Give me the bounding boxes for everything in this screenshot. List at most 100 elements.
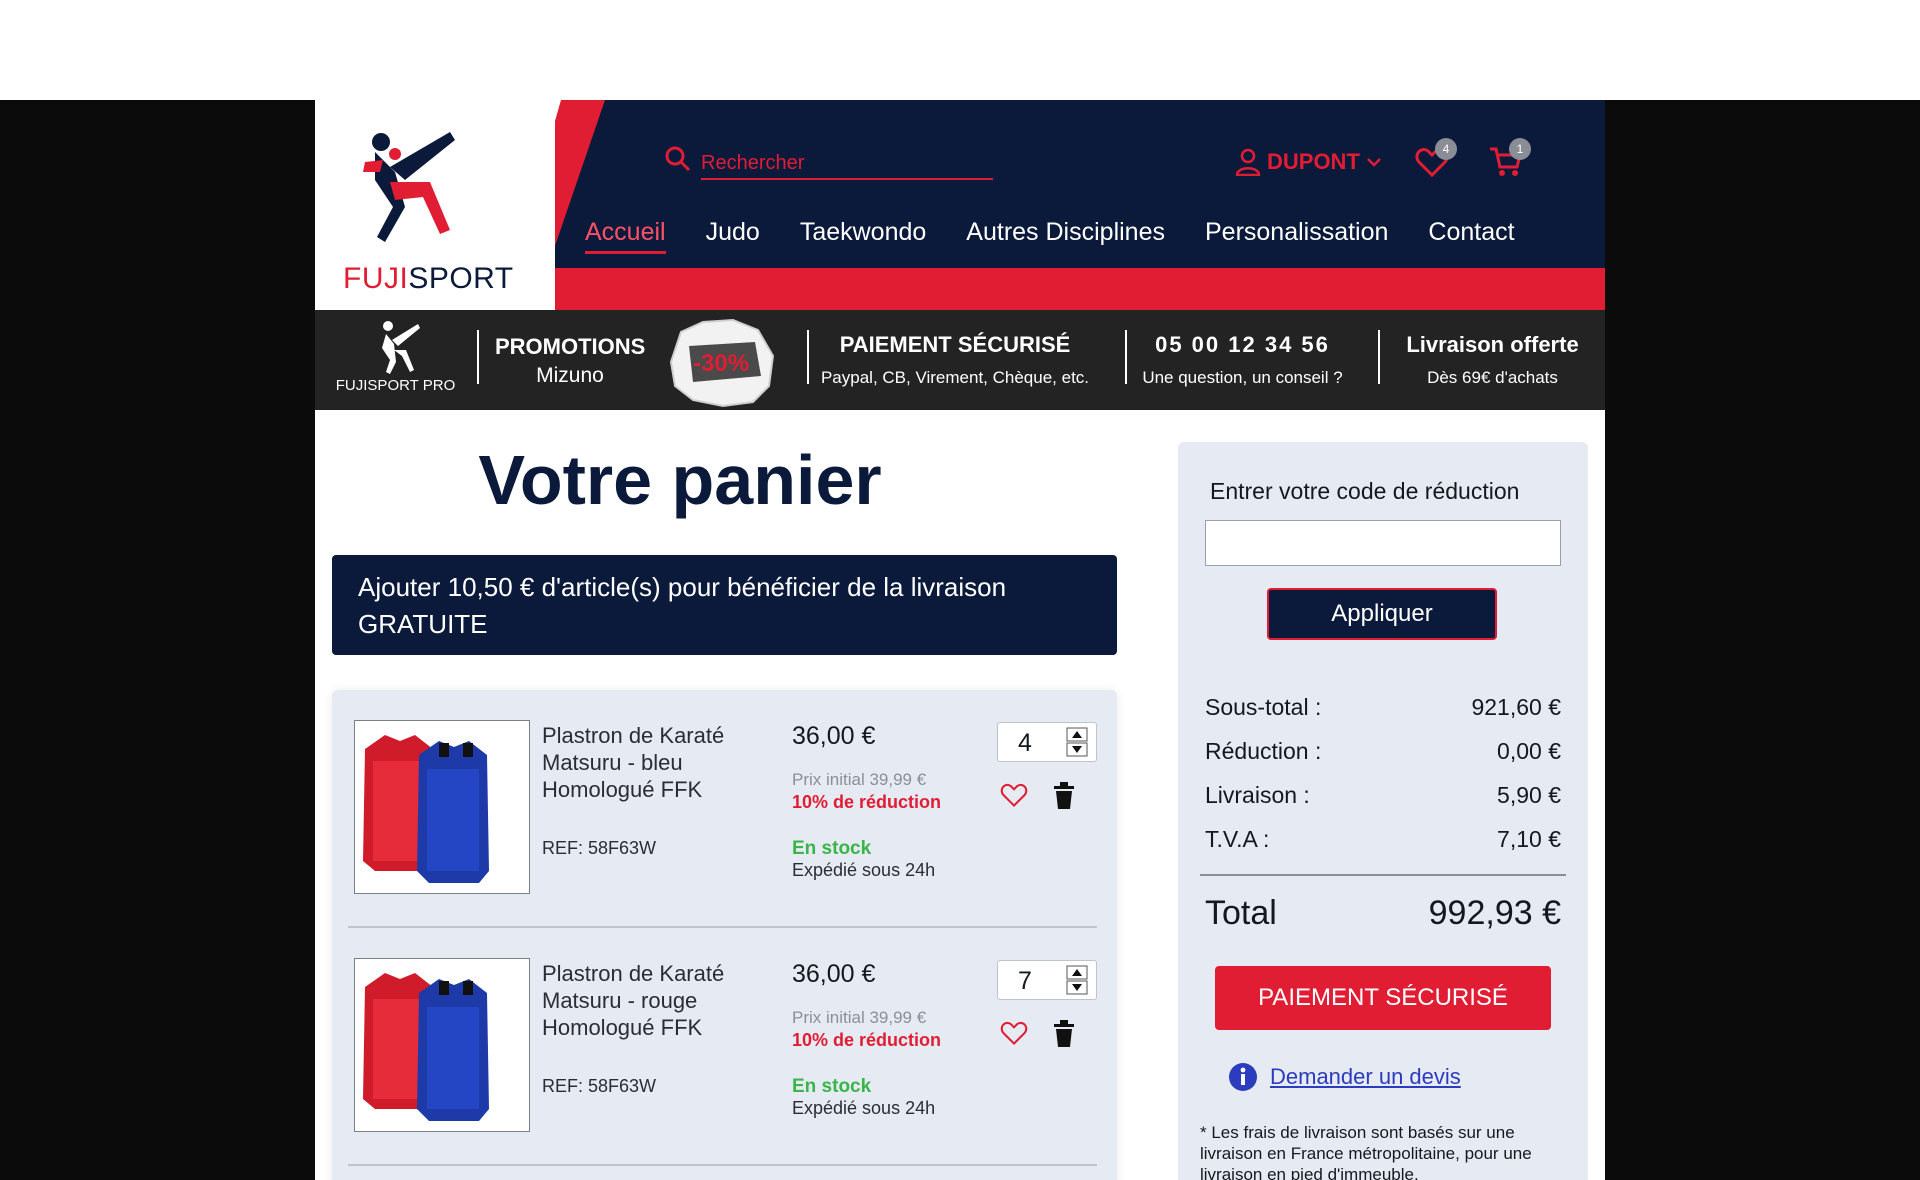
delivery-sub: Dès 69€ d'achats [1427, 368, 1558, 387]
product-ref: REF: 58F63W [542, 1076, 657, 1096]
nav-item-autres-disciplines[interactable]: Autres Disciplines [946, 218, 1185, 254]
info-icon [1229, 1063, 1257, 1091]
pro-fighter-icon [381, 321, 420, 374]
quote-request: Demander un devis [1228, 1062, 1461, 1092]
product-thumbnail[interactable] [354, 720, 530, 894]
fighter-logo-icon [363, 132, 455, 242]
secure-payment-button[interactable]: PAIEMENT SÉCURISÉ [1215, 966, 1551, 1030]
payment-title: PAIEMENT SÉCURISÉ [839, 332, 1071, 357]
product-initial-price: Prix initial 39,99 € [792, 1008, 927, 1027]
promo-code-label: Entrer votre code de réduction [1210, 478, 1520, 504]
product-discount: 10% de réduction [792, 1030, 942, 1050]
shop-page: FUJISPORT DUPONT 4 [315, 100, 1605, 1180]
pro-label: FUJISPORT PRO [335, 377, 456, 394]
quantity-value: 7 [1018, 967, 1032, 995]
pro-link[interactable]: FUJISPORT PRO [333, 310, 458, 410]
account-name: DUPONT [1267, 149, 1360, 174]
stepper-arrows-icon[interactable] [1066, 965, 1088, 995]
promotions-link[interactable]: PROMOTIONS Mizuno [495, 310, 645, 410]
product-name[interactable]: Plastron de Karaté Matsuru - rouge Homol… [542, 960, 762, 1041]
total-row: Total 992,93 € [1205, 894, 1561, 933]
info-separator [1125, 330, 1127, 384]
logo[interactable]: FUJISPORT [315, 100, 555, 310]
product-discount: 10% de réduction [792, 792, 942, 812]
chest-protector-image [363, 735, 489, 883]
free-shipping-banner: Ajouter 10,50 € d'article(s) pour bénéfi… [332, 555, 1117, 655]
total-label: Total [1205, 894, 1277, 932]
brand-name-part2: SPORT [408, 262, 514, 295]
tva-value: 7,10 € [1497, 826, 1561, 852]
delivery-value: 5,90 € [1497, 782, 1561, 808]
reduction-value: 0,00 € [1497, 738, 1561, 764]
chest-protector-image [363, 973, 489, 1121]
info-separator [477, 330, 479, 384]
page-title: Votre panier [478, 441, 882, 519]
delete-icon[interactable] [1052, 1020, 1076, 1048]
product-thumbnail[interactable] [354, 958, 530, 1132]
promo-badge: -30% [693, 350, 750, 377]
user-icon [1235, 148, 1261, 176]
product-ref: REF: 58F63W [542, 838, 657, 858]
search-bar [665, 142, 993, 182]
shipping-delay: Expédié sous 24h [792, 860, 936, 880]
summary-divider [1200, 874, 1566, 876]
add-to-wishlist-icon[interactable] [1000, 1020, 1028, 1046]
brand-name: FUJISPORT [343, 262, 514, 296]
product-name[interactable]: Plastron de Karaté Matsuru - bleu Homolo… [542, 722, 762, 803]
reduction-row: Réduction : 0,00 € [1205, 738, 1561, 765]
phone-number: 05 00 12 34 56 [1155, 332, 1330, 357]
promo-code-input[interactable] [1205, 520, 1561, 566]
reduction-label: Réduction : [1205, 738, 1322, 764]
nav-item-taekwondo[interactable]: Taekwondo [780, 218, 946, 254]
nav-item-judo[interactable]: Judo [686, 218, 780, 254]
promo-title: PROMOTIONS [495, 334, 646, 359]
info-bar: FUJISPORT PRO PROMOTIONS Mizuno -30% PAI… [315, 310, 1605, 410]
account-menu[interactable]: DUPONT [1235, 148, 1382, 176]
info-separator [1378, 330, 1380, 384]
row-divider [348, 1164, 1097, 1166]
product-price: 36,00 € [792, 722, 876, 750]
tva-row: T.V.A : 7,10 € [1205, 826, 1561, 853]
phone-sub: Une question, un conseil ? [1142, 368, 1343, 387]
main-nav: Accueil Judo Taekwondo Autres Discipline… [565, 218, 1535, 254]
subtotal-row: Sous-total : 921,60 € [1205, 694, 1561, 721]
search-input[interactable] [701, 142, 993, 180]
cart-button[interactable]: 1 [1489, 138, 1531, 186]
add-to-wishlist-icon[interactable] [1000, 782, 1028, 808]
product-price: 36,00 € [792, 960, 876, 988]
promo-sub: Mizuno [536, 364, 604, 387]
cart-items: Plastron de Karaté Matsuru - bleu Homolo… [332, 690, 1117, 1180]
wishlist-button[interactable]: 4 [1415, 138, 1457, 186]
payment-sub: Paypal, CB, Virement, Chèque, etc. [820, 368, 1090, 387]
subtotal-value: 921,60 € [1471, 694, 1561, 720]
quote-link[interactable]: Demander un devis [1270, 1064, 1461, 1090]
stepper-arrows-icon[interactable] [1066, 727, 1088, 757]
wishlist-count-badge: 4 [1435, 138, 1457, 160]
order-summary: Entrer votre code de réduction Appliquer… [1178, 442, 1588, 1180]
delivery-info: Livraison offerte Dès 69€ d'achats [1390, 310, 1595, 410]
cart-row: Plastron de Karaté Matsuru - rouge Homol… [332, 928, 1117, 1166]
shipping-delay: Expédié sous 24h [792, 1098, 936, 1118]
cart-count-badge: 1 [1509, 138, 1531, 160]
info-separator [807, 330, 809, 384]
subtotal-label: Sous-total : [1205, 694, 1322, 720]
secure-payment-info: PAIEMENT SÉCURISÉ Paypal, CB, Virement, … [815, 310, 1095, 410]
tva-label: T.V.A : [1205, 826, 1270, 852]
phone-info[interactable]: 05 00 12 34 56 Une question, un conseil … [1130, 310, 1355, 410]
stock-status: En stock [792, 1076, 872, 1097]
chevron-down-icon [1367, 158, 1381, 167]
brand-name-part1: FUJI [343, 262, 409, 295]
nav-item-accueil[interactable]: Accueil [585, 218, 666, 254]
search-icon[interactable] [665, 146, 691, 172]
quantity-stepper[interactable]: 4 [997, 722, 1097, 762]
nav-item-personalisation[interactable]: Personalissation [1185, 218, 1408, 254]
delivery-label: Livraison : [1205, 782, 1310, 808]
total-value: 992,93 € [1428, 894, 1561, 932]
site-header: FUJISPORT DUPONT 4 [315, 100, 1605, 310]
apply-button[interactable]: Appliquer [1267, 588, 1497, 640]
nav-item-contact[interactable]: Contact [1408, 218, 1534, 254]
cart-row: Plastron de Karaté Matsuru - bleu Homolo… [332, 690, 1117, 928]
delete-icon[interactable] [1052, 782, 1076, 810]
quantity-stepper[interactable]: 7 [997, 960, 1097, 1000]
product-initial-price: Prix initial 39,99 € [792, 770, 927, 789]
